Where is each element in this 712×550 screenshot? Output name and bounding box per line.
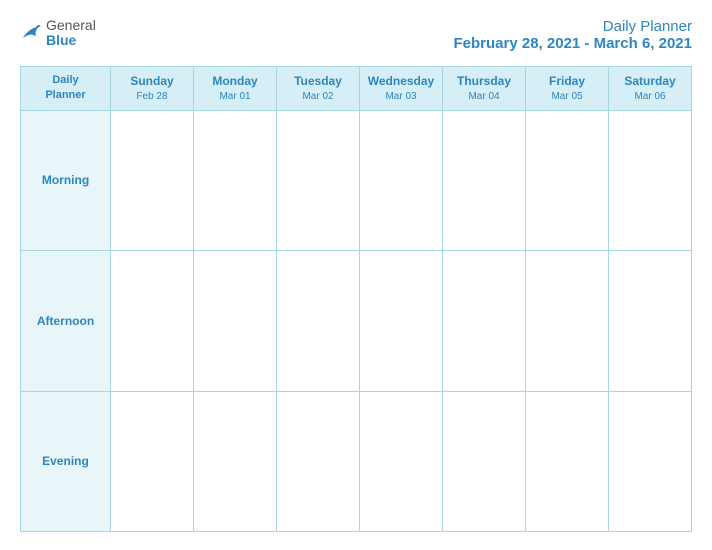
date-range: February 28, 2021 - March 6, 2021 <box>454 35 692 52</box>
column-header-sunday: Sunday Feb 28 <box>111 67 194 111</box>
table-header-row: DailyPlanner Sunday Feb 28 Monday Mar 01… <box>21 67 692 111</box>
row-afternoon: Afternoon <box>21 251 692 391</box>
cell-morning-tuesday[interactable] <box>277 110 360 250</box>
row-morning: Morning <box>21 110 692 250</box>
column-header-tuesday: Tuesday Mar 02 <box>277 67 360 111</box>
cell-morning-saturday[interactable] <box>609 110 692 250</box>
column-header-thursday: Thursday Mar 04 <box>443 67 526 111</box>
cell-morning-thursday[interactable] <box>443 110 526 250</box>
cell-evening-friday[interactable] <box>526 391 609 531</box>
cell-evening-tuesday[interactable] <box>277 391 360 531</box>
row-label-morning: Morning <box>21 110 111 250</box>
column-header-saturday: Saturday Mar 06 <box>609 67 692 111</box>
cell-morning-monday[interactable] <box>194 110 277 250</box>
cell-morning-sunday[interactable] <box>111 110 194 250</box>
logo: General Blue <box>20 18 96 49</box>
row-label-evening: Evening <box>21 391 111 531</box>
logo-text: General Blue <box>46 18 96 49</box>
header-title: Daily Planner February 28, 2021 - March … <box>454 18 692 52</box>
cell-morning-wednesday[interactable] <box>360 110 443 250</box>
page: General Blue Daily Planner February 28, … <box>0 0 712 550</box>
cell-afternoon-tuesday[interactable] <box>277 251 360 391</box>
column-header-monday: Monday Mar 01 <box>194 67 277 111</box>
cell-afternoon-friday[interactable] <box>526 251 609 391</box>
logo-general: General <box>46 18 96 33</box>
cell-afternoon-saturday[interactable] <box>609 251 692 391</box>
bird-icon <box>20 22 42 44</box>
row-evening: Evening <box>21 391 692 531</box>
cell-morning-friday[interactable] <box>526 110 609 250</box>
column-header-friday: Friday Mar 05 <box>526 67 609 111</box>
header: General Blue Daily Planner February 28, … <box>20 18 692 52</box>
planner-table: DailyPlanner Sunday Feb 28 Monday Mar 01… <box>20 66 692 532</box>
cell-evening-monday[interactable] <box>194 391 277 531</box>
cell-afternoon-wednesday[interactable] <box>360 251 443 391</box>
cell-evening-saturday[interactable] <box>609 391 692 531</box>
row-label-afternoon: Afternoon <box>21 251 111 391</box>
column-header-wednesday: Wednesday Mar 03 <box>360 67 443 111</box>
cell-afternoon-monday[interactable] <box>194 251 277 391</box>
cell-evening-thursday[interactable] <box>443 391 526 531</box>
cell-evening-sunday[interactable] <box>111 391 194 531</box>
cell-afternoon-thursday[interactable] <box>443 251 526 391</box>
cell-afternoon-sunday[interactable] <box>111 251 194 391</box>
logo-blue: Blue <box>46 33 96 48</box>
cell-evening-wednesday[interactable] <box>360 391 443 531</box>
planner-title: Daily Planner <box>454 18 692 35</box>
column-header-daily-planner: DailyPlanner <box>21 67 111 111</box>
